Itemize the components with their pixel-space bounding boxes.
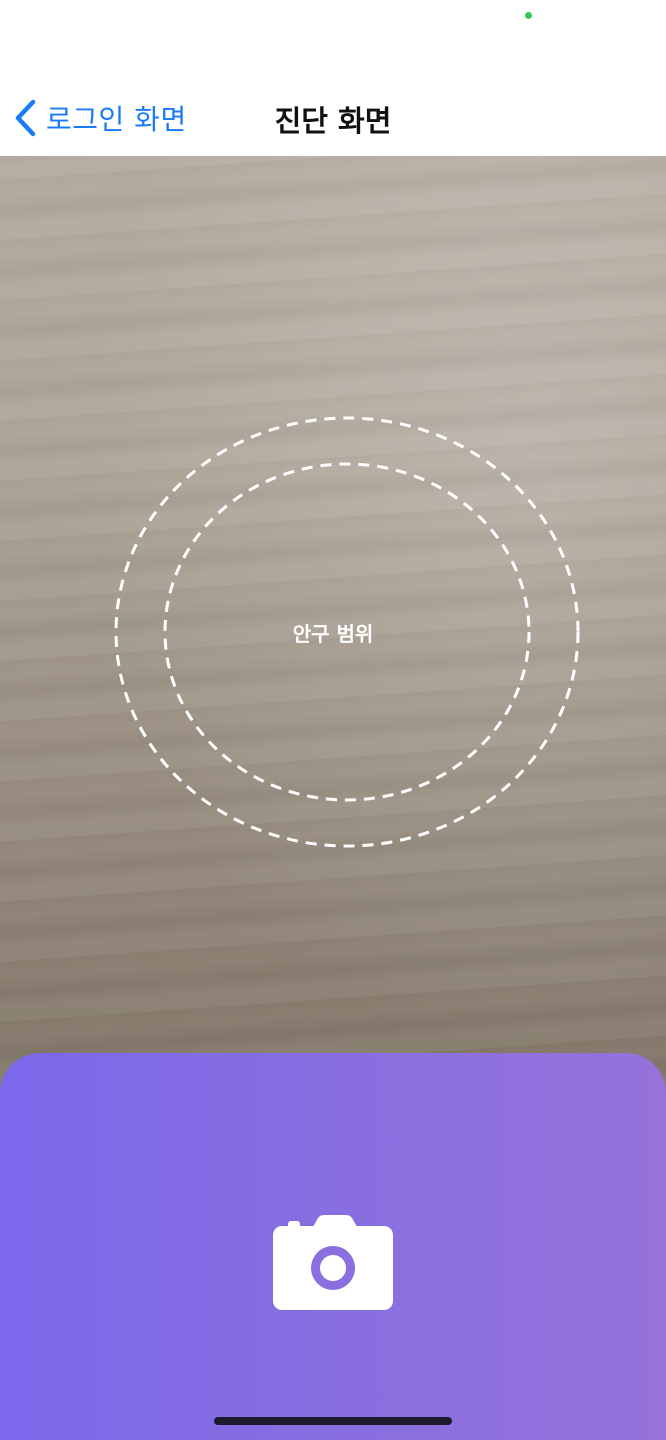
status-bar: [0, 0, 666, 60]
eye-range-label: 안구 범위: [292, 622, 374, 646]
home-indicator: [214, 1417, 452, 1425]
navigation-bar: 로그인 화면 진단 화면: [0, 60, 666, 156]
eye-guide-rings: [114, 416, 580, 848]
camera-preview: 안구 범위: [0, 156, 666, 1156]
camera-icon: [273, 1215, 393, 1310]
page-title: 진단 화면: [274, 104, 392, 138]
bottom-panel: [0, 1053, 666, 1440]
privacy-indicator-dot: [525, 12, 532, 19]
capture-button[interactable]: [268, 1213, 398, 1313]
